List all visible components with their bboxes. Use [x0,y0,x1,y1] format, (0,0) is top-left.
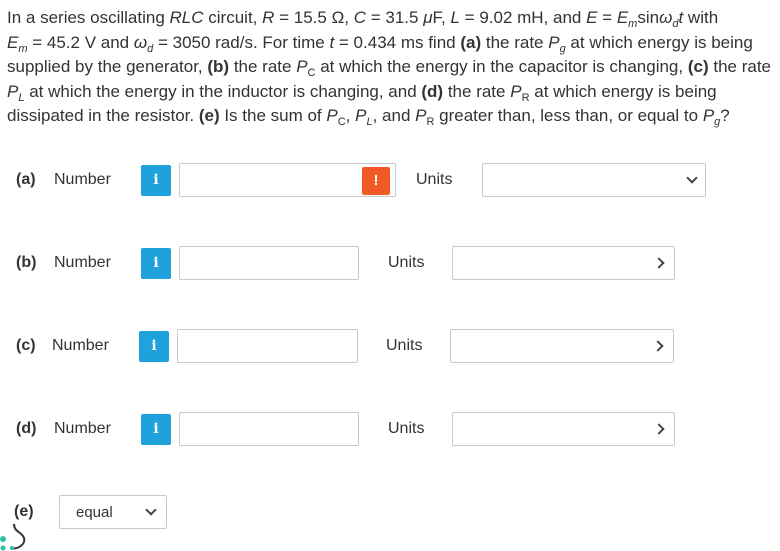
answer-row-a: (a) Number i ! Units [0,163,780,199]
part-label-e: (e) [14,503,34,520]
units-label-c: Units [386,337,423,354]
info-icon[interactable]: i [139,331,169,362]
info-icon[interactable]: i [141,414,171,445]
answer-row-b: (b) Number i Units [0,246,780,282]
number-label-a: Number [54,171,111,188]
number-label-d: Number [54,420,111,437]
comparison-select-value: equal [76,504,113,521]
part-label-a: (a) [16,171,36,188]
units-select-b[interactable] [452,246,675,280]
comparison-select-e[interactable]: equal [59,495,167,529]
units-select-a[interactable] [482,163,706,197]
part-label-d: (d) [16,420,37,437]
part-label-c: (c) [16,337,36,354]
number-input-c[interactable] [177,329,358,363]
chevron-right-icon [652,340,664,352]
units-select-d[interactable] [452,412,675,446]
warning-icon[interactable]: ! [362,167,390,195]
chevron-down-icon [686,172,698,184]
answer-row-d: (d) Number i Units [0,412,780,448]
chevron-right-icon [653,423,665,435]
attempt-icon [0,524,26,551]
info-icon[interactable]: i [141,165,171,196]
number-label-b: Number [54,254,111,271]
units-select-c[interactable] [450,329,674,363]
units-label-b: Units [388,254,425,271]
number-label-c: Number [52,337,109,354]
problem-statement: In a series oscillating RLC circuit, R =… [7,8,771,128]
number-input-b[interactable] [179,246,359,280]
units-label-d: Units [388,420,425,437]
part-label-b: (b) [16,254,37,271]
chevron-right-icon [653,257,665,269]
number-input-d[interactable] [179,412,359,446]
units-label-a: Units [416,171,453,188]
chevron-down-icon [145,504,157,516]
answer-row-c: (c) Number i Units [0,329,780,365]
info-icon[interactable]: i [141,248,171,279]
